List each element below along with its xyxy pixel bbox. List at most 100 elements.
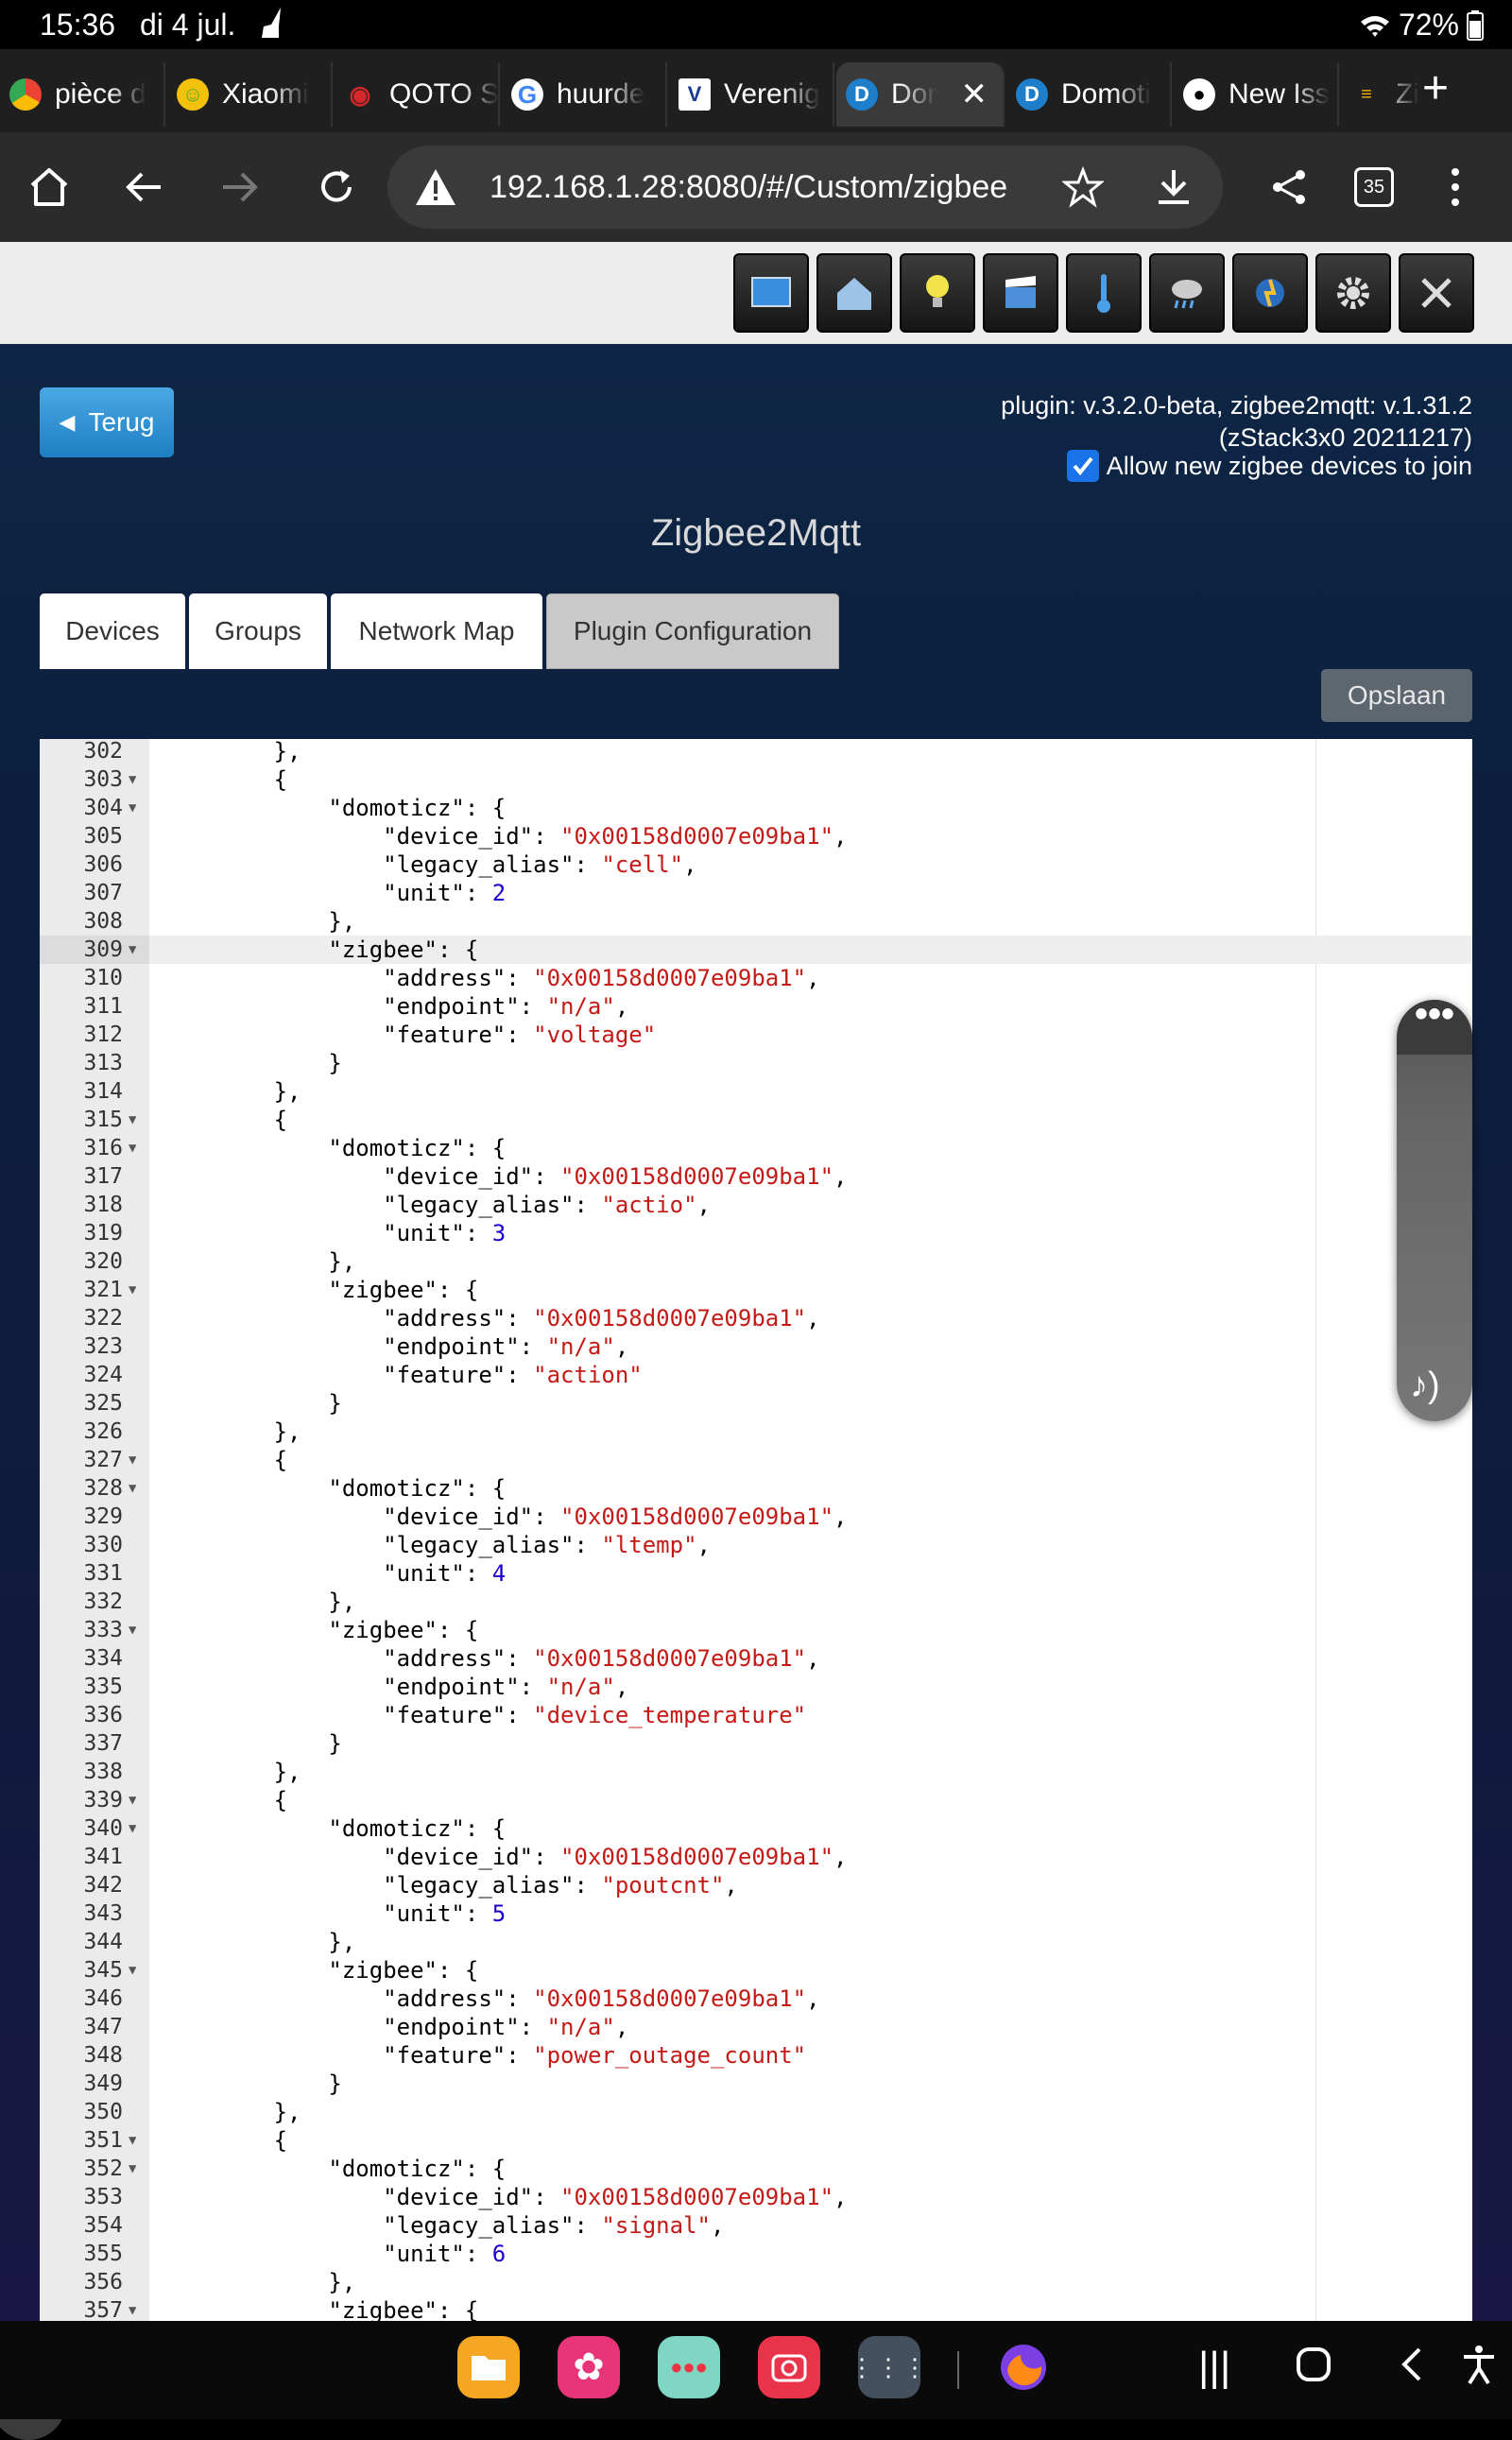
code-text[interactable]: }, [164, 1418, 301, 1446]
code-line[interactable]: 339 ▼ { [40, 1786, 1472, 1814]
tab-count[interactable]: 35 [1354, 167, 1394, 207]
code-text[interactable]: } [164, 1389, 341, 1418]
camera-app-icon[interactable] [758, 2336, 820, 2398]
recent-apps-icon[interactable]: ||| [1198, 2344, 1230, 2391]
address-bar[interactable]: 192.168.1.28:8080/#/Custom/zigbee [387, 146, 1223, 229]
code-line[interactable]: 317 "device_id": "0x00158d0007e09ba1", [40, 1162, 1472, 1191]
code-text[interactable]: "endpoint": "n/a", [164, 992, 628, 1021]
code-line[interactable]: 332 }, [40, 1588, 1472, 1616]
code-text[interactable]: "address": "0x00158d0007e09ba1", [164, 1304, 819, 1332]
new-tab-icon[interactable]: + [1422, 62, 1449, 114]
gallery-flower-icon[interactable]: ✿ [558, 2336, 620, 2398]
browser-tab[interactable]: ☺ Xiaomi [167, 62, 333, 127]
code-line[interactable]: 346 "address": "0x00158d0007e09ba1", [40, 1985, 1472, 2013]
code-text[interactable]: } [164, 1729, 341, 1758]
code-text[interactable]: { [164, 765, 287, 794]
code-line[interactable]: 326 }, [40, 1418, 1472, 1446]
code-line[interactable]: 304 ▼ "domoticz": { [40, 794, 1472, 822]
code-line[interactable]: 327 ▼ { [40, 1446, 1472, 1474]
code-line[interactable]: 323 "endpoint": "n/a", [40, 1332, 1472, 1361]
code-text[interactable]: }, [164, 1758, 301, 1786]
code-text[interactable]: "device_id": "0x00158d0007e09ba1", [164, 1162, 847, 1191]
code-text[interactable]: { [164, 2126, 287, 2155]
code-text[interactable]: "legacy_alias": "poutcnt", [164, 1871, 738, 1899]
fold-arrow-icon[interactable]: ▼ [129, 765, 136, 794]
warning-icon[interactable] [414, 167, 457, 207]
code-line[interactable]: 340 ▼ "domoticz": { [40, 1814, 1472, 1843]
code-line[interactable]: 314 }, [40, 1077, 1472, 1106]
browser-tab[interactable]: V Verenig [669, 62, 834, 127]
allow-join-checkbox[interactable]: Allow new zigbee devices to join [1066, 450, 1472, 482]
code-text[interactable]: "unit": 4 [164, 1559, 506, 1588]
app-drawer-grid-icon[interactable]: ⋮⋮⋮ [850, 2336, 927, 2398]
code-line[interactable]: 321 ▼ "zigbee": { [40, 1276, 1472, 1304]
tab-network-map[interactable]: Network Map [331, 593, 542, 669]
nav-weather-icon[interactable] [1149, 253, 1225, 333]
browser-tab[interactable]: pièce d [0, 62, 165, 127]
browser-tab-active[interactable]: D Dor ✕ [836, 62, 1005, 127]
fold-arrow-icon[interactable]: ▼ [129, 1446, 136, 1474]
code-line[interactable]: 303 ▼ { [40, 765, 1472, 794]
files-app-icon[interactable] [457, 2336, 520, 2398]
code-text[interactable]: "zigbee": { [164, 1276, 478, 1304]
nav-tools-icon[interactable] [1399, 253, 1474, 333]
code-text[interactable]: "domoticz": { [164, 794, 506, 822]
json-code-editor[interactable]: 302 }, 303 ▼ {304 ▼ "domoticz": {305 "devic… [40, 739, 1472, 2321]
code-line[interactable]: 316 ▼ "domoticz": { [40, 1134, 1472, 1162]
back-arrow-icon[interactable] [115, 159, 172, 215]
social-apps-folder-icon[interactable]: ●●● [658, 2336, 720, 2398]
url-text[interactable]: 192.168.1.28:8080/#/Custom/zigbee [490, 169, 1038, 206]
fold-arrow-icon[interactable]: ▼ [129, 794, 136, 822]
fold-arrow-icon[interactable]: ▼ [129, 1616, 136, 1644]
fold-arrow-icon[interactable]: ▼ [129, 2126, 136, 2155]
code-line[interactable]: 318 "legacy_alias": "actio", [40, 1191, 1472, 1219]
fold-arrow-icon[interactable]: ▼ [129, 1134, 136, 1162]
code-text[interactable]: } [164, 2070, 341, 2098]
checkbox-checked-icon[interactable] [1066, 450, 1099, 482]
browser-tab[interactable]: ● New Iss [1174, 62, 1339, 127]
code-text[interactable]: }, [164, 739, 301, 765]
code-text[interactable]: }, [164, 1247, 355, 1276]
code-line[interactable]: 306 "legacy_alias": "cell", [40, 851, 1472, 879]
code-text[interactable]: { [164, 1786, 287, 1814]
code-text[interactable]: } [164, 1049, 341, 1077]
code-line[interactable]: 351 ▼ { [40, 2126, 1472, 2155]
code-line[interactable]: 349 } [40, 2070, 1472, 2098]
back-button[interactable]: ◀ Terug [40, 387, 174, 457]
code-line[interactable]: 312 "feature": "voltage" [40, 1021, 1472, 1049]
code-text[interactable]: "endpoint": "n/a", [164, 1673, 628, 1701]
browser-tab[interactable]: G huurde [502, 62, 667, 127]
code-text[interactable]: "legacy_alias": "ltemp", [164, 1531, 711, 1559]
code-line[interactable]: 320 }, [40, 1247, 1472, 1276]
accessibility-icon[interactable] [1460, 2344, 1498, 2396]
code-text[interactable]: "domoticz": { [164, 1134, 506, 1162]
tab-count-icon[interactable]: 35 [1346, 159, 1402, 215]
code-text[interactable]: "address": "0x00158d0007e09ba1", [164, 1644, 819, 1673]
nav-temperature-icon[interactable] [1066, 253, 1142, 333]
code-text[interactable]: "address": "0x00158d0007e09ba1", [164, 1985, 819, 2013]
code-line[interactable]: 302 }, [40, 739, 1472, 765]
code-text[interactable]: "legacy_alias": "cell", [164, 851, 696, 879]
code-text[interactable]: "endpoint": "n/a", [164, 2013, 628, 2041]
code-line[interactable]: 354 "legacy_alias": "signal", [40, 2211, 1472, 2240]
nav-scenes-icon[interactable] [983, 253, 1058, 333]
code-line[interactable]: 350 }, [40, 2098, 1472, 2126]
floating-side-panel[interactable]: ••• ♪) [1397, 995, 1472, 1421]
code-text[interactable]: "feature": "power_outage_count" [164, 2041, 806, 2070]
nav-lightbulb-icon[interactable] [900, 253, 975, 333]
code-text[interactable]: "unit": 6 [164, 2240, 506, 2268]
code-text[interactable]: { [164, 1446, 287, 1474]
code-line[interactable]: 352 ▼ "domoticz": { [40, 2155, 1472, 2183]
code-line[interactable]: 328 ▼ "domoticz": { [40, 1474, 1472, 1503]
code-text[interactable]: }, [164, 1928, 355, 1956]
fold-arrow-icon[interactable]: ▼ [129, 1786, 136, 1814]
code-line[interactable]: 341 "device_id": "0x00158d0007e09ba1", [40, 1843, 1472, 1871]
code-text[interactable]: "zigbee": { [164, 936, 478, 964]
code-text[interactable]: "domoticz": { [164, 2155, 506, 2183]
code-line[interactable]: 338 }, [40, 1758, 1472, 1786]
code-line[interactable]: 334 "address": "0x00158d0007e09ba1", [40, 1644, 1472, 1673]
code-line[interactable]: 311 "endpoint": "n/a", [40, 992, 1472, 1021]
code-line[interactable]: 336 "feature": "device_temperature" [40, 1701, 1472, 1729]
code-line[interactable]: 331 "unit": 4 [40, 1559, 1472, 1588]
code-line[interactable]: 307 "unit": 2 [40, 879, 1472, 907]
